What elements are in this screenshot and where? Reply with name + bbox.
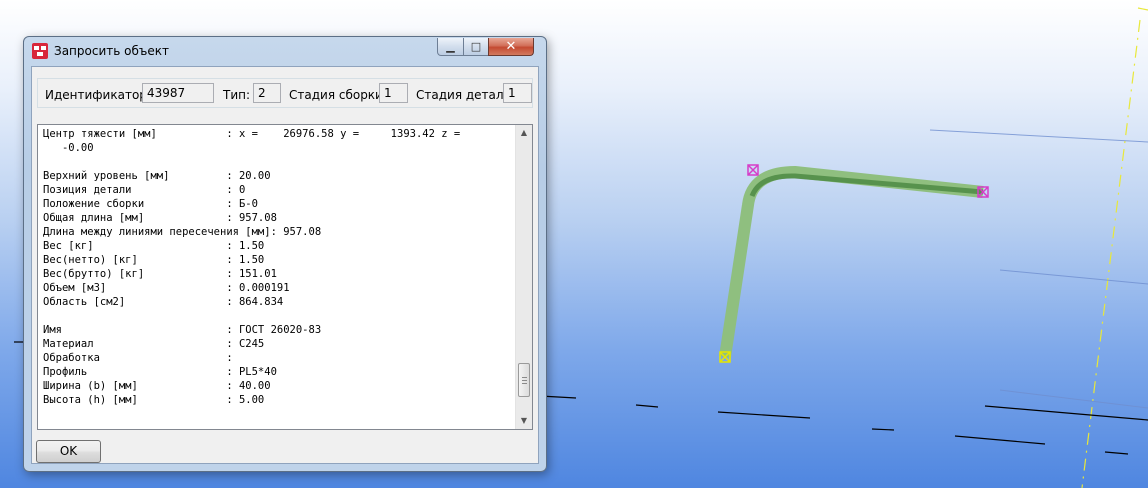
window-title: Запросить объект — [54, 44, 169, 58]
report-line: Профиль : PL5*40 — [43, 366, 277, 378]
assembly-stage-field[interactable]: 1 — [379, 83, 408, 103]
assembly-stage-label: Стадия сборки: — [289, 88, 387, 102]
part-stage-label: Стадия детали: — [416, 88, 516, 102]
report-line: Верхний уровень [мм] : 20.00 — [43, 170, 271, 182]
inquire-object-dialog: Запросить объект ▁ □ ✕ Идентификатор: 43… — [23, 36, 547, 472]
report-line: Вес(брутто) [кг] : 151.01 — [43, 268, 277, 280]
report-line: Позиция детали : 0 — [43, 184, 246, 196]
ok-button[interactable]: OK — [36, 440, 101, 463]
report-line: Объем [м3] : 0.000191 — [43, 282, 290, 294]
scroll-up-icon[interactable]: ▲ — [516, 125, 532, 141]
app-icon — [32, 43, 48, 59]
title-bar[interactable]: Запросить объект ▁ □ ✕ — [24, 37, 546, 65]
report-line: Общая длина [мм] : 957.08 — [43, 212, 277, 224]
scroll-down-icon[interactable]: ▼ — [516, 413, 532, 429]
report-line — [43, 155, 515, 169]
type-field[interactable]: 2 — [253, 83, 281, 103]
id-field[interactable]: 43987 — [142, 83, 214, 103]
object-info-group: Идентификатор: 43987 Тип: 2 Стадия сборк… — [37, 78, 533, 108]
report-line — [43, 309, 515, 323]
close-icon: ✕ — [505, 39, 517, 54]
bend-handle-icon[interactable] — [747, 164, 759, 176]
minimize-button[interactable]: ▁ — [437, 38, 464, 56]
report-line: Вес [кг] : 1.50 — [43, 240, 265, 252]
dialog-body: Идентификатор: 43987 Тип: 2 Стадия сборк… — [31, 66, 539, 464]
report-line: Положение сборки : Б-0 — [43, 198, 258, 210]
report-textarea[interactable]: Центр тяжести [мм] : x = 26976.58 y = 13… — [37, 124, 533, 430]
id-label: Идентификатор: — [45, 88, 151, 102]
report-line: Вес(нетто) [кг] : 1.50 — [43, 254, 265, 266]
bent-plate[interactable] — [719, 166, 984, 358]
type-label: Тип: — [223, 88, 251, 102]
minimize-icon: ▁ — [446, 40, 455, 53]
blue-guide-lines — [929, 129, 1148, 409]
report-line: Имя : ГОСТ 26020-83 — [43, 324, 322, 336]
report-line: Обработка : — [43, 352, 233, 364]
report-line: Высота (h) [мм] : 5.00 — [43, 394, 265, 406]
report-line: Область [см2] : 864.834 — [43, 296, 284, 308]
close-button[interactable]: ✕ — [488, 38, 534, 56]
report-line: Длина между линиями пересечения [мм]: 95… — [43, 226, 322, 238]
report-text: Центр тяжести [мм] : x = 26976.58 y = 13… — [43, 127, 515, 427]
report-line: Материал : С245 — [43, 338, 265, 350]
report-line: -0.00 — [43, 142, 94, 154]
maximize-icon: □ — [470, 40, 482, 53]
grid-lines — [1081, 7, 1148, 488]
report-line: Центр тяжести [мм] : x = 26976.58 y = 13… — [43, 128, 461, 140]
maximize-button[interactable]: □ — [463, 38, 489, 56]
vertical-scrollbar[interactable]: ▲ ▼ — [515, 125, 532, 429]
scroll-thumb[interactable] — [518, 363, 530, 397]
part-stage-field[interactable]: 1 — [503, 83, 532, 103]
report-line: Ширина (b) [мм] : 40.00 — [43, 380, 271, 392]
